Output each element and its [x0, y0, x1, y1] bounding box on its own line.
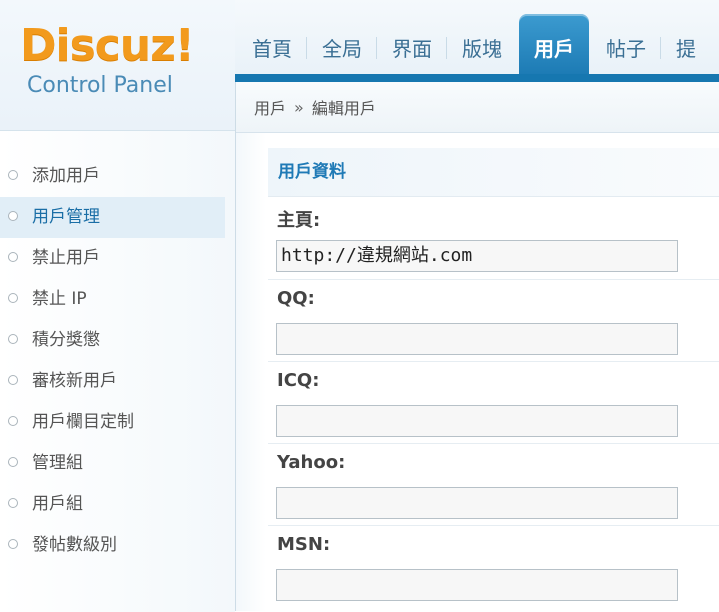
sidebar-item-ban-ip[interactable]: 禁止 IP [0, 279, 225, 320]
bullet-icon [8, 539, 18, 549]
qq-input[interactable] [276, 323, 678, 355]
breadcrumb-parent[interactable]: 用戶 [254, 95, 286, 119]
bullet-icon [8, 375, 18, 385]
tab-more[interactable]: 提 [661, 14, 711, 80]
icq-input[interactable] [276, 405, 678, 437]
tab-posts[interactable]: 帖子 [591, 14, 661, 80]
breadcrumb: 用戶 » 編輯用戶 [236, 82, 719, 133]
msn-label: MSN: [277, 534, 331, 555]
homepage-label: 主頁: [277, 210, 321, 231]
row-divider [268, 361, 719, 362]
main-content: 用戶資料 主頁: http://違規網站.com QQ: ICQ: Yahoo:… [268, 148, 719, 611]
row-divider [268, 443, 719, 444]
row-divider [268, 279, 719, 280]
bullet-icon [8, 293, 18, 303]
tab-forums[interactable]: 版塊 [447, 14, 517, 80]
tab-global[interactable]: 全局 [307, 14, 377, 80]
row-divider [268, 525, 719, 526]
breadcrumb-current: 編輯用戶 [311, 99, 376, 118]
content-gutter [236, 133, 266, 611]
homepage-input[interactable]: http://違規網站.com [276, 240, 678, 272]
sidebar-item-review-new-users[interactable]: 審核新用戶 [0, 361, 225, 402]
bullet-icon [8, 498, 18, 508]
sidebar-item-ban-user[interactable]: 禁止用戶 [0, 238, 225, 279]
qq-label: QQ: [277, 288, 315, 309]
bullet-icon [8, 416, 18, 426]
bullet-icon [8, 457, 18, 467]
bullet-icon [8, 170, 18, 180]
breadcrumb-separator: » [294, 97, 304, 117]
sidebar-item-user-groups[interactable]: 用戶組 [0, 484, 225, 525]
yahoo-label: Yahoo: [277, 452, 346, 473]
sidebar-item-user-management[interactable]: 用戶管理 [0, 197, 225, 238]
tab-home[interactable]: 首頁 [237, 14, 307, 80]
sidebar-item-post-levels[interactable]: 發帖數級別 [0, 525, 225, 566]
logo-title: Discuz! [20, 20, 195, 71]
tab-users[interactable]: 用戶 [519, 14, 589, 80]
tab-interface[interactable]: 界面 [377, 14, 447, 80]
bullet-icon [8, 252, 18, 262]
icq-label: ICQ: [277, 370, 320, 391]
top-nav: 首頁 全局 界面 版塊 用戶 帖子 提 [237, 14, 719, 80]
section-title: 用戶資料 [268, 148, 719, 197]
yahoo-input[interactable] [276, 487, 678, 519]
logo[interactable]: Discuz! Control Panel [0, 0, 235, 130]
bullet-icon [8, 211, 18, 221]
sidebar-item-admin-groups[interactable]: 管理組 [0, 443, 225, 484]
logo-subtitle: Control Panel [27, 73, 173, 98]
nav-underline [235, 74, 719, 82]
msn-input[interactable] [276, 569, 678, 601]
sidebar-item-add-user[interactable]: 添加用戶 [0, 156, 225, 197]
sidebar-item-credits[interactable]: 積分獎懲 [0, 320, 225, 361]
bullet-icon [8, 334, 18, 344]
sidebar-item-user-fields[interactable]: 用戶欄目定制 [0, 402, 225, 443]
sidebar: 添加用戶 用戶管理 禁止用戶 禁止 IP 積分獎懲 審核新用戶 用戶欄目定制 管… [0, 130, 235, 612]
